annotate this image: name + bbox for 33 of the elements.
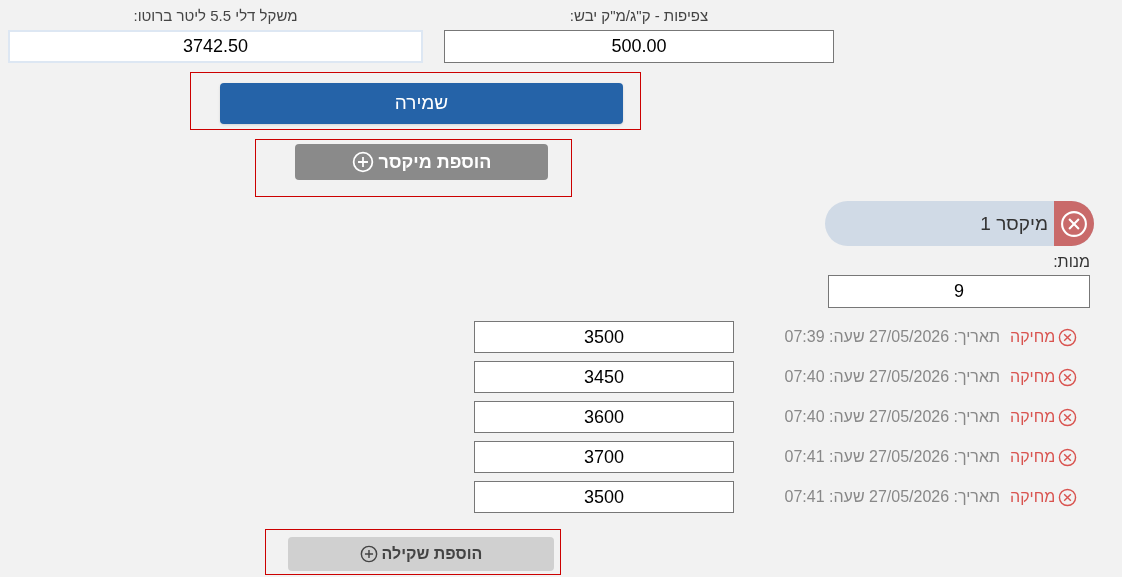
remove-mixer-button[interactable] bbox=[1054, 201, 1094, 246]
close-icon bbox=[1058, 447, 1078, 467]
close-icon bbox=[1058, 367, 1078, 387]
add-weighing-button[interactable]: הוספת שקילה bbox=[288, 537, 554, 571]
weight-field[interactable]: 3450 bbox=[474, 361, 734, 393]
input-field[interactable]: 3742.50 bbox=[8, 30, 423, 63]
weighing-info: תאריך: 27/05/2026 שעה: 07:41 bbox=[783, 447, 1000, 467]
close-icon bbox=[1060, 209, 1088, 238]
delete-link[interactable]: מחיקה bbox=[1010, 365, 1078, 389]
field-label: משקל דלי 5.5 ליטר ברוטו: bbox=[133, 6, 298, 26]
mixer-title: מיקסר 1 bbox=[979, 212, 1049, 236]
weighing-info: תאריך: 27/05/2026 שעה: 07:39 bbox=[783, 327, 1000, 347]
portions-label: מנות: bbox=[1053, 252, 1090, 272]
close-icon bbox=[1058, 407, 1078, 427]
plus-circle-icon bbox=[359, 545, 378, 563]
weighing-info: תאריך: 27/05/2026 שעה: 07:41 bbox=[783, 487, 1000, 507]
save-button[interactable]: שמירה bbox=[220, 83, 623, 124]
weight-field[interactable]: 3600 bbox=[474, 401, 734, 433]
weighing-info: תאריך: 27/05/2026 שעה: 07:40 bbox=[783, 367, 1000, 387]
weighing-info: תאריך: 27/05/2026 שעה: 07:40 bbox=[783, 407, 1000, 427]
delete-link[interactable]: מחיקה bbox=[1010, 445, 1078, 469]
field-label: צפיפות - ק"ג/מ"ק יבש: bbox=[569, 6, 709, 26]
input-field[interactable]: 500.00 bbox=[444, 30, 834, 63]
close-icon bbox=[1058, 327, 1078, 347]
delete-link[interactable]: מחיקה bbox=[1010, 405, 1078, 429]
close-icon bbox=[1058, 487, 1078, 507]
weight-field[interactable]: 3500 bbox=[474, 481, 734, 513]
portions-field[interactable]: 9 bbox=[828, 275, 1090, 308]
delete-link[interactable]: מחיקה bbox=[1010, 485, 1078, 509]
plus-circle-icon bbox=[351, 151, 374, 173]
weight-field[interactable]: 3700 bbox=[474, 441, 734, 473]
weight-field[interactable]: 3500 bbox=[474, 321, 734, 353]
delete-link[interactable]: מחיקה bbox=[1010, 325, 1078, 349]
